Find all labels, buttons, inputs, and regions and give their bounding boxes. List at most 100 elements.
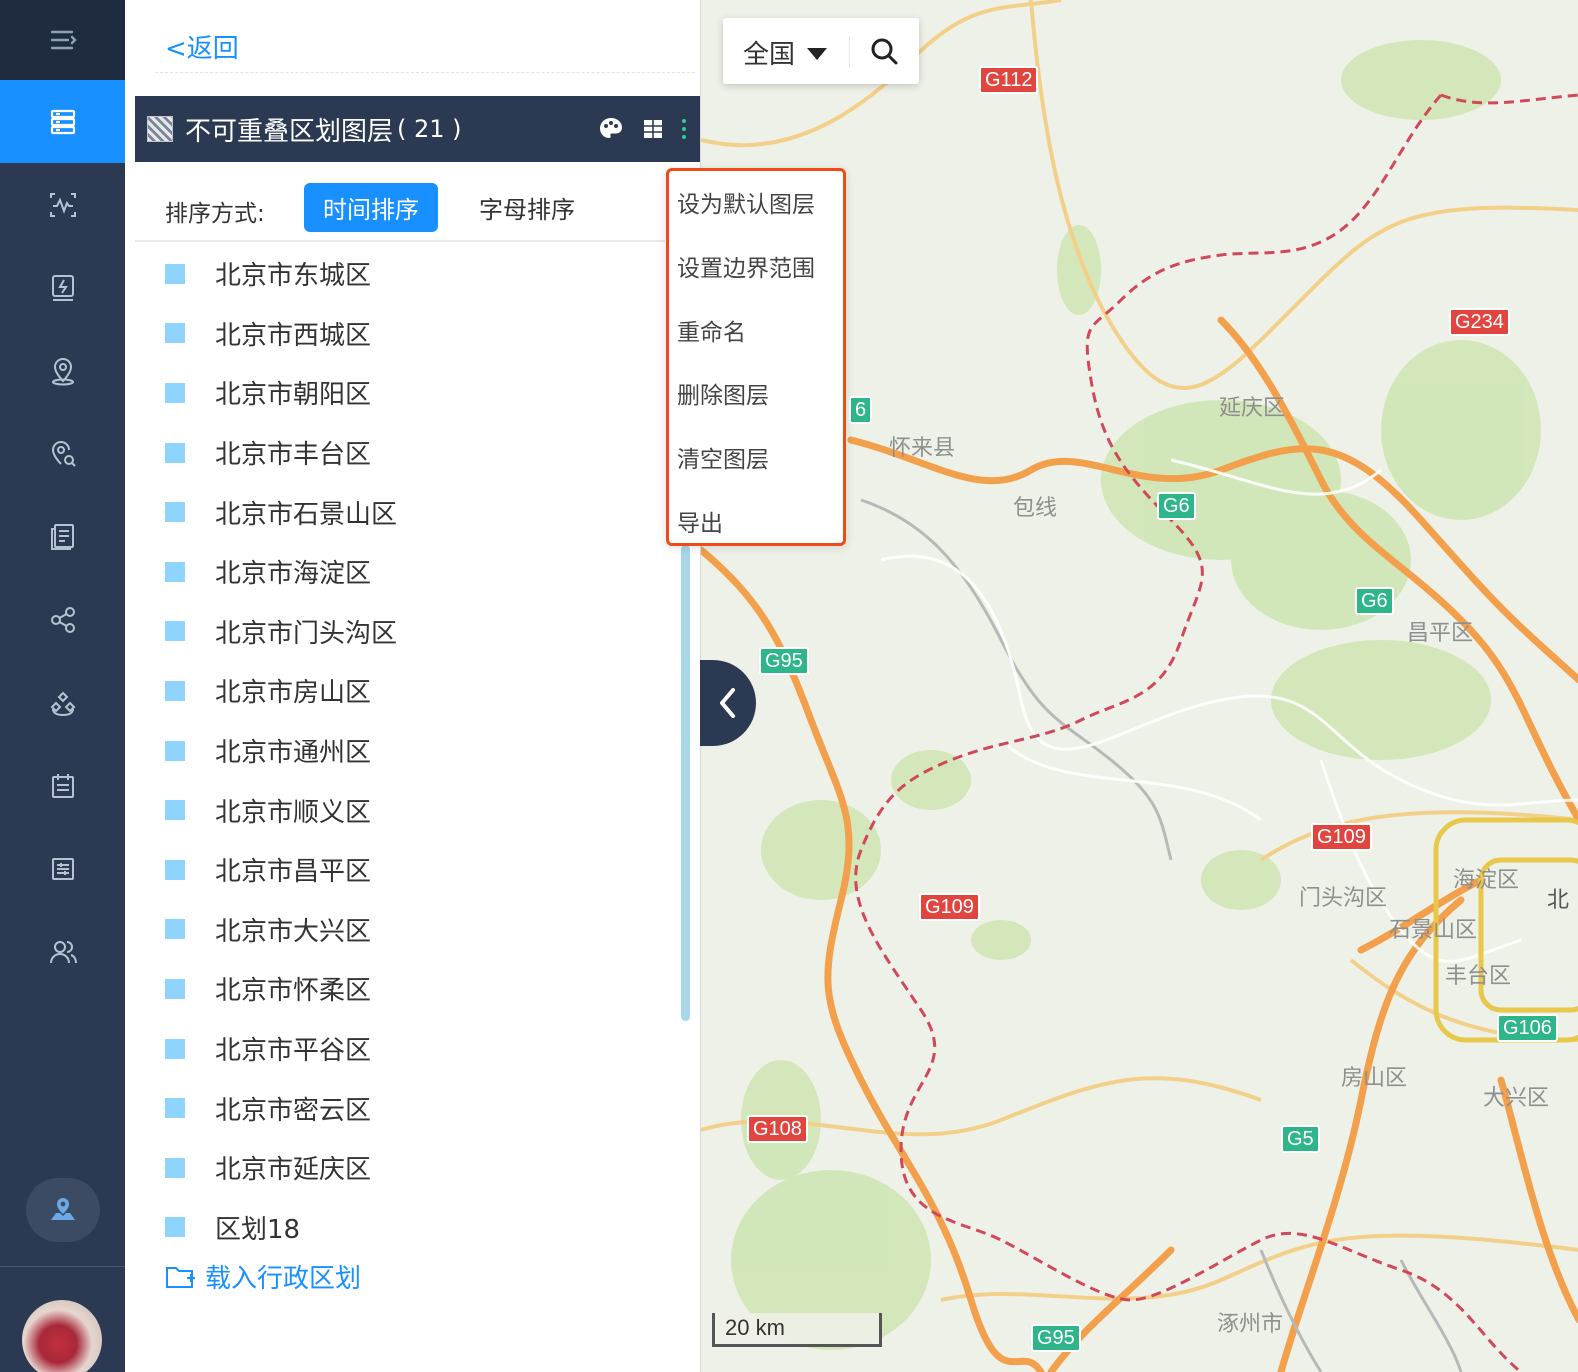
nav-item-analysis[interactable]	[0, 163, 125, 246]
region-color-swatch	[165, 680, 185, 701]
region-name: 北京市海淀区	[215, 559, 372, 590]
menu-item-set-default-layer[interactable]: 设为默认图层	[677, 185, 815, 219]
region-color-swatch	[165, 323, 185, 344]
region-name: 北京市西城区	[215, 320, 372, 351]
location-button[interactable]	[26, 1178, 100, 1242]
nav-item-report[interactable]	[0, 495, 125, 578]
region-name: 北京市怀柔区	[215, 976, 372, 1007]
nav-item-layers[interactable]	[0, 80, 125, 163]
waveform-icon	[49, 192, 76, 217]
nav-item-cluster[interactable]	[0, 661, 125, 744]
more-options-icon[interactable]	[682, 119, 686, 139]
map-place-label: 门头沟区	[1299, 886, 1388, 911]
map-place-label: 包线	[1013, 496, 1058, 521]
region-color-swatch	[165, 561, 185, 582]
list-item[interactable]: 北京市怀柔区	[165, 959, 665, 1019]
palette-icon[interactable]	[598, 116, 624, 142]
region-color-swatch	[165, 442, 185, 463]
data-layer-icon	[50, 109, 75, 134]
layer-context-menu: 设为默认图层 设置边界范围 重命名 删除图层 清空图层 导出	[666, 168, 846, 546]
list-item[interactable]: 北京市房山区	[165, 661, 665, 721]
sort-by-time-button[interactable]: 时间排序	[304, 183, 438, 232]
cluster-icon	[50, 691, 75, 716]
layer-title: 不可重叠区划图层	[185, 116, 394, 147]
region-color-swatch	[165, 1157, 185, 1178]
region-color-swatch	[165, 263, 185, 284]
road-shield: G109	[919, 893, 980, 921]
menu-item-rename[interactable]: 重命名	[677, 313, 746, 347]
layer-header: 不可重叠区划图层 ( 21 )	[135, 96, 700, 162]
road-shield: G106	[1497, 1014, 1558, 1042]
region-color-swatch	[165, 621, 185, 642]
road-shield: G6	[1157, 492, 1196, 520]
list-item[interactable]: 北京市通州区	[165, 721, 665, 781]
share-icon	[50, 606, 75, 633]
nav-item-search-location[interactable]	[0, 412, 125, 495]
map-place-label: 涿州市	[1217, 1312, 1284, 1337]
menu-item-export[interactable]: 导出	[677, 504, 723, 538]
pin-search-icon	[51, 440, 76, 467]
region-name: 北京市丰台区	[215, 440, 372, 471]
region-name: 北京市昌平区	[215, 857, 372, 888]
list-item[interactable]: 北京市东城区	[165, 244, 665, 304]
list-item[interactable]: 北京市西城区	[165, 304, 665, 364]
nav-item-dispatch[interactable]	[0, 246, 125, 329]
map-scale-bar: 20 km	[712, 1313, 882, 1347]
avatar[interactable]	[22, 1300, 102, 1372]
search-icon[interactable]	[868, 35, 900, 67]
nav-item-calendar[interactable]	[0, 744, 125, 827]
divider	[135, 240, 665, 242]
list-item[interactable]: 北京市大兴区	[165, 900, 665, 960]
region-select-value[interactable]: 全国	[743, 34, 795, 71]
region-color-swatch	[165, 740, 185, 761]
region-color-swatch	[165, 800, 185, 821]
list-item[interactable]: 北京市海淀区	[165, 542, 665, 602]
load-admin-division-label: 载入行政区划	[205, 1264, 362, 1294]
map-place-label: 石景山区	[1389, 918, 1478, 943]
load-admin-division-button[interactable]: 载入行政区划	[165, 1258, 361, 1295]
nav-item-tasks[interactable]	[0, 827, 125, 910]
region-name: 北京市石景山区	[215, 499, 398, 530]
region-name: 北京市密云区	[215, 1095, 372, 1126]
nav-item-users[interactable]	[0, 910, 125, 993]
list-item[interactable]: 北京市平谷区	[165, 1019, 665, 1079]
region-name: 北京市平谷区	[215, 1036, 372, 1067]
menu-item-set-boundary[interactable]: 设置边界范围	[677, 249, 815, 283]
region-color-swatch	[165, 919, 185, 940]
list-item[interactable]: 北京市顺义区	[165, 780, 665, 840]
region-name: 北京市大兴区	[215, 916, 372, 947]
divider	[849, 36, 850, 68]
list-item[interactable]: 北京市石景山区	[165, 482, 665, 542]
chevron-left-icon	[720, 688, 735, 718]
list-item[interactable]: 北京市昌平区	[165, 840, 665, 900]
layer-count: ( 21 )	[397, 115, 462, 143]
region-search-box: 全国	[723, 18, 919, 84]
nav-item-share[interactable]	[0, 578, 125, 661]
layer-pattern-icon	[147, 116, 173, 142]
menu-item-clear-layer[interactable]: 清空图层	[677, 440, 769, 474]
list-item[interactable]: 北京市朝阳区	[165, 363, 665, 423]
sort-by-alpha-button[interactable]: 字母排序	[460, 183, 594, 232]
menu-item-delete-layer[interactable]: 删除图层	[677, 376, 769, 410]
users-icon	[49, 940, 77, 963]
road-shield: G112	[979, 66, 1039, 94]
caret-down-icon[interactable]	[807, 48, 827, 60]
list-item[interactable]: 北京市延庆区	[165, 1138, 665, 1198]
menu-fold-icon	[50, 30, 77, 50]
back-link[interactable]: <返回	[165, 28, 239, 65]
region-color-swatch	[165, 382, 185, 403]
list-scrollbar[interactable]	[681, 545, 690, 1021]
nav-item-location[interactable]	[0, 329, 125, 412]
menu-toggle-button[interactable]	[0, 0, 125, 80]
map-place-label: 海淀区	[1453, 868, 1520, 893]
location-user-icon	[51, 1198, 75, 1220]
layer-panel: <返回 不可重叠区划图层 ( 21 ) 排序方式: 时间排序 字母排序 北京市东…	[125, 0, 700, 1372]
list-item[interactable]: 区划18	[165, 1198, 665, 1258]
map-pin-icon	[51, 357, 74, 385]
list-item[interactable]: 北京市密云区	[165, 1078, 665, 1138]
map-scale-label: 20 km	[725, 1315, 785, 1340]
list-item[interactable]: 北京市丰台区	[165, 423, 665, 483]
grid-table-icon[interactable]	[642, 118, 664, 140]
list-item[interactable]: 北京市门头沟区	[165, 602, 665, 662]
sort-row: 排序方式: 时间排序 字母排序	[135, 182, 665, 232]
